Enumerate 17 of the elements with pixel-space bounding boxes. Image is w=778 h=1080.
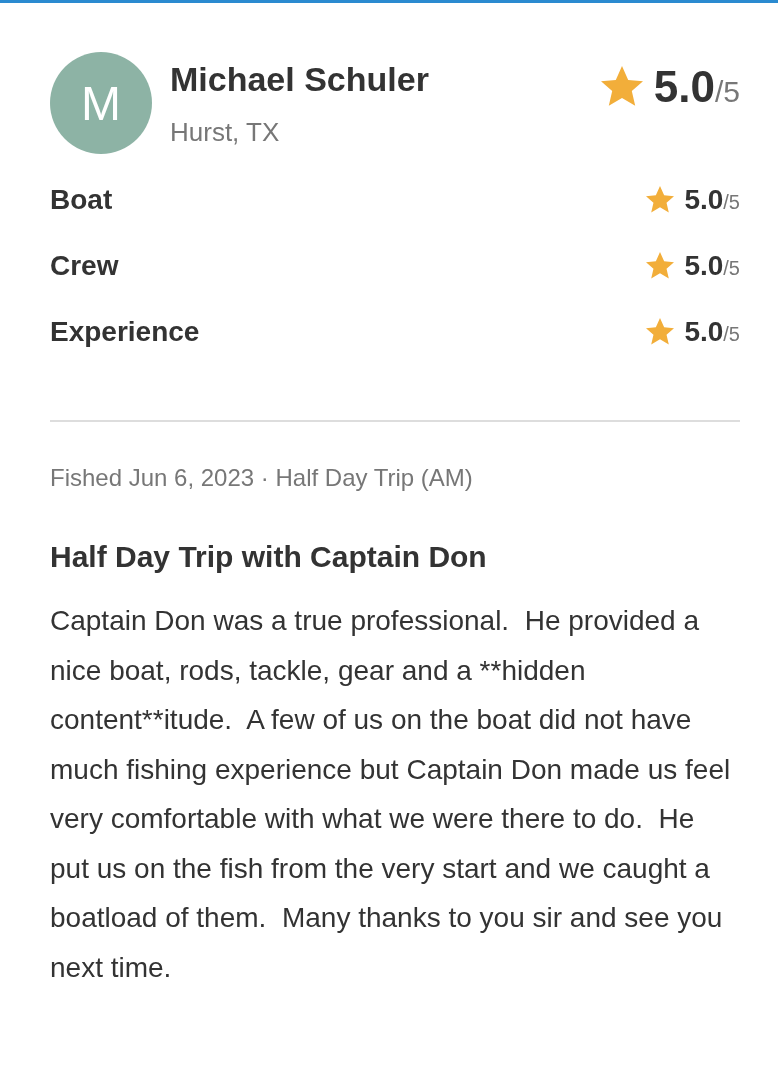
- category-rating: 5.0: [684, 316, 724, 348]
- rating-scale: /5: [714, 75, 740, 109]
- category-label: Crew: [50, 250, 119, 282]
- category-label: Boat: [50, 184, 113, 216]
- review-text: Captain Don was a true professional. He provided a nice boat, rods, tackle, gear and a **hidden content**itude. A few of us on the boat did not have much fishing experience but Captain Don made us feel very comfortable with what we were there to do. He put us on the fish from the very start and we caught a boatload of them. Many thanks to you sir and see you next time.: [50, 604, 732, 985]
- review-title: Half Day Trip with Captain Don: [50, 540, 488, 574]
- reviewer-name: Michael Schuler: [170, 60, 430, 99]
- rating-scale: /5: [723, 257, 740, 280]
- category-rating: 5.0: [684, 184, 724, 216]
- trip-info: Fished Jun 6, 2023 · Half Day Trip (AM): [50, 464, 474, 492]
- category-label: Experience: [50, 316, 200, 348]
- rating-scale: /5: [723, 191, 740, 214]
- avatar: M: [50, 52, 152, 154]
- rating-scale: /5: [723, 323, 740, 346]
- reviewer-location: Hurst, TX: [170, 117, 281, 148]
- overall-rating: 5.0: [653, 62, 715, 112]
- category-rating: 5.0: [684, 250, 724, 282]
